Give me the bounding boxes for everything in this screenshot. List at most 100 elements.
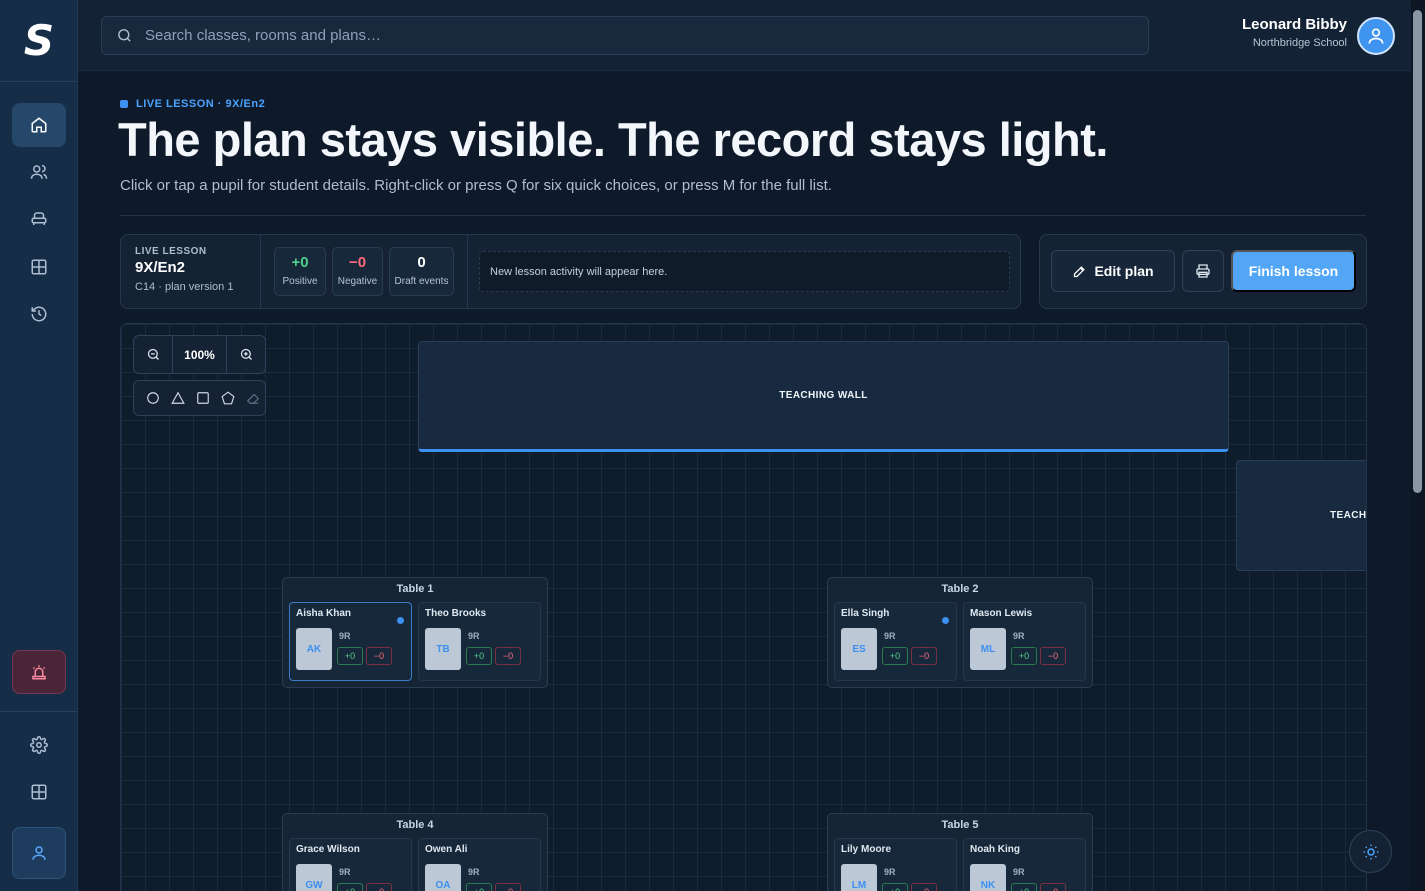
- triangle-icon: [171, 391, 186, 404]
- sidebar-item-rooms[interactable]: [12, 197, 66, 241]
- negative-button[interactable]: −0: [911, 883, 937, 891]
- edit-plan-button[interactable]: Edit plan: [1051, 250, 1175, 292]
- shape-tools: [133, 380, 266, 416]
- positive-button[interactable]: +0: [1011, 647, 1037, 665]
- pupil-flag-dot: [397, 617, 404, 624]
- user-icon: [32, 846, 46, 860]
- pupil-seat[interactable]: Theo Brooks TB 9R +0 −0: [418, 602, 541, 681]
- pupil-name: Lily Moore: [841, 844, 892, 855]
- table-name: Table 4: [396, 819, 434, 831]
- zoom-in-button[interactable]: [227, 336, 265, 373]
- edit-plan-label: Edit plan: [1094, 263, 1154, 279]
- positive-button[interactable]: +0: [466, 883, 492, 891]
- activity-feed: New lesson activity will appear here.: [479, 251, 1010, 292]
- pupil-name: Theo Brooks: [425, 608, 487, 619]
- theme-toggle-button[interactable]: [1349, 830, 1392, 873]
- sun-icon: [1363, 844, 1378, 859]
- search-input[interactable]: Search classes, rooms and plans…: [101, 16, 1149, 55]
- sidebar-item-classes[interactable]: [12, 150, 66, 194]
- top-bar: Search classes, rooms and plans… Leonard…: [78, 0, 1411, 71]
- positive-button[interactable]: +0: [337, 647, 363, 665]
- positive-button[interactable]: +0: [882, 647, 908, 665]
- user-name: Leonard Bibby: [1241, 16, 1347, 33]
- table-name: Table 1: [396, 583, 434, 595]
- stat-label: Positive: [282, 276, 318, 287]
- sidebar-item-home[interactable]: [12, 103, 66, 147]
- pupil-seat[interactable]: Lily Moore LM 9R +0 −0: [834, 838, 957, 891]
- positive-button[interactable]: +0: [1011, 883, 1037, 891]
- table-5[interactable]: Table 5 Lily Moore LM 9R +0 −0 Noah King…: [827, 813, 1093, 891]
- avatar[interactable]: [1357, 17, 1395, 55]
- print-button[interactable]: [1182, 250, 1224, 292]
- positive-button[interactable]: +0: [882, 883, 908, 891]
- triangle-tool[interactable]: [166, 385, 191, 411]
- eyebrow: LIVE LESSON · 9X/En2: [120, 98, 265, 110]
- pencil-icon: [1074, 265, 1086, 277]
- live-dot: [120, 100, 128, 108]
- sidebar-item-history[interactable]: [12, 292, 66, 336]
- table-4[interactable]: Table 4 Grace Wilson GW 9R +0 −0 Owen Al…: [282, 813, 548, 891]
- separator: [260, 235, 261, 308]
- seating-canvas[interactable]: 100% TEACHING WALL TEACHI Table 1 Aisha …: [120, 323, 1367, 891]
- sidebar-item-settings[interactable]: [12, 723, 66, 767]
- negative-button[interactable]: −0: [366, 647, 392, 665]
- pupil-seat[interactable]: Noah King NK 9R +0 −0: [963, 838, 1086, 891]
- square-icon: [197, 392, 209, 404]
- pentagon-icon: [221, 391, 235, 405]
- lesson-actions: Edit plan Finish lesson: [1039, 234, 1367, 309]
- square-tool[interactable]: [191, 385, 216, 411]
- pupil-group: 9R: [1013, 631, 1025, 641]
- grid-icon: [31, 784, 47, 800]
- negative-button[interactable]: −0: [911, 647, 937, 665]
- sidebar-item-alert[interactable]: [12, 650, 66, 694]
- table-1[interactable]: Table 1 Aisha Khan AK 9R +0 −0 Theo Broo…: [282, 577, 548, 688]
- zoom-out-icon: [147, 348, 159, 360]
- teaching-wall-secondary[interactable]: TEACHI: [1236, 460, 1366, 571]
- sidebar-item-plans[interactable]: [12, 245, 66, 289]
- stat-label: Draft events: [394, 276, 449, 287]
- eraser-tool[interactable]: [240, 385, 265, 411]
- sidebar-item-profile[interactable]: [12, 827, 66, 879]
- negative-button[interactable]: −0: [366, 883, 392, 891]
- pupil-group: 9R: [884, 867, 896, 877]
- app-logo[interactable]: S: [0, 0, 78, 82]
- lesson-class: 9X/En2: [135, 259, 186, 276]
- pupil-seat[interactable]: Mason Lewis ML 9R +0 −0: [963, 602, 1086, 681]
- pentagon-tool[interactable]: [215, 385, 240, 411]
- pupil-seat[interactable]: Aisha Khan AK 9R +0 −0: [289, 602, 412, 681]
- printer-icon: [1196, 264, 1210, 278]
- pupil-seat[interactable]: Ella Singh ES 9R +0 −0: [834, 602, 957, 681]
- separator: [467, 235, 468, 308]
- search-icon: [118, 29, 131, 42]
- page-title: The plan stays visible. The record stays…: [118, 113, 1108, 166]
- zoom-out-button[interactable]: [134, 336, 172, 373]
- negative-button[interactable]: −0: [1040, 647, 1066, 665]
- pupil-group: 9R: [339, 631, 351, 641]
- table-name: Table 2: [941, 583, 979, 595]
- finish-lesson-button[interactable]: Finish lesson: [1231, 250, 1356, 292]
- negative-button[interactable]: −0: [495, 883, 521, 891]
- scrollbar-thumb[interactable]: [1413, 10, 1422, 493]
- pupil-seat[interactable]: Grace Wilson GW 9R +0 −0: [289, 838, 412, 891]
- sidebar: S: [0, 0, 78, 891]
- eraser-icon: [246, 393, 259, 404]
- stat-value: 0: [417, 254, 426, 271]
- stat-value: −0: [348, 254, 367, 271]
- circle-tool[interactable]: [141, 385, 166, 411]
- pupil-name: Aisha Khan: [296, 608, 352, 619]
- teaching-wall[interactable]: TEACHING WALL: [418, 341, 1229, 452]
- table-2[interactable]: Table 2 Ella Singh ES 9R +0 −0 Mason Lew…: [827, 577, 1093, 688]
- alarm-icon: [32, 665, 46, 680]
- stat-draft-events: 0 Draft events: [389, 247, 454, 296]
- stat-value: +0: [291, 254, 309, 271]
- negative-button[interactable]: −0: [1040, 883, 1066, 891]
- zoom-in-icon: [240, 348, 252, 360]
- zoom-level: 100%: [172, 336, 227, 373]
- search-placeholder: Search classes, rooms and plans…: [145, 27, 381, 44]
- negative-button[interactable]: −0: [495, 647, 521, 665]
- sidebar-item-layout[interactable]: [12, 770, 66, 814]
- divider: [120, 215, 1366, 216]
- positive-button[interactable]: +0: [337, 883, 363, 891]
- pupil-seat[interactable]: Owen Ali OA 9R +0 −0: [418, 838, 541, 891]
- positive-button[interactable]: +0: [466, 647, 492, 665]
